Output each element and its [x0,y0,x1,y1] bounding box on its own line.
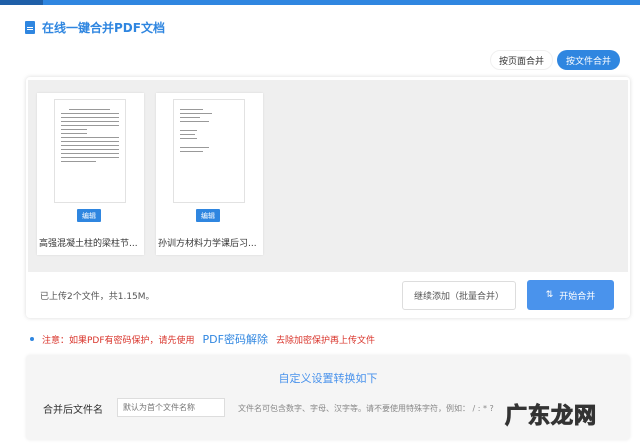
file-thumbnail [54,99,126,203]
page-title-text: 在线一键合并PDF文档 [42,21,165,35]
filename-hint: 文件名可包含数字、字母、汉字等。请不要使用特殊字符，例如： / : * ? [238,404,494,413]
output-filename-input[interactable] [117,398,225,417]
top-bar [0,0,640,5]
file-card[interactable]: 编辑 高强混凝土柱的梁柱节... [37,93,144,255]
document-icon [25,21,35,34]
note-suffix: 去除加密保护再上传文件 [275,335,375,346]
start-merge-label: 开始合并 [559,291,596,302]
edit-button[interactable]: 编辑 [77,209,101,222]
output-filename-label: 合并后文件名 [43,405,103,416]
file-name: 高强混凝土柱的梁柱节... [39,239,138,249]
file-card[interactable]: 编辑 孙训方材料力学课后习... [156,93,263,255]
file-name: 孙训方材料力学课后习... [158,239,257,249]
file-thumbnail [173,99,245,203]
swap-icon: ⇅ [545,290,554,300]
watermark: 广东龙网 [504,404,598,430]
note-prefix: 注意：如果PDF有密码保护，请先使用 [42,335,195,346]
pdf-password-remove-link[interactable]: PDF密码解除 [203,331,268,347]
file-list: 编辑 高强混凝土柱的梁柱节... 编辑 孙训方材料力学课后习... [28,80,628,272]
edit-button[interactable]: 编辑 [196,209,220,222]
password-note: 注意：如果PDF有密码保护，请先使用 PDF密码解除 去除加密保护再上传文件 [30,331,375,347]
settings-title: 自定义设置转换如下 [278,372,378,385]
bullet-icon [30,337,34,341]
upload-panel: 编辑 高强混凝土柱的梁柱节... 编辑 孙训方材料力学课后习... 已上传2个文… [26,77,630,318]
merge-by-page-button[interactable]: 按页面合并 [490,50,553,70]
page-title: 在线一键合并PDF文档 [25,19,165,36]
top-bar-active [0,0,43,5]
start-merge-button[interactable]: ⇅ 开始合并 [527,280,614,310]
upload-status: 已上传2个文件，共1.15M。 [40,292,155,302]
continue-add-button[interactable]: 继续添加（批量合并） [402,281,516,310]
merge-by-file-button[interactable]: 按文件合并 [557,50,620,70]
